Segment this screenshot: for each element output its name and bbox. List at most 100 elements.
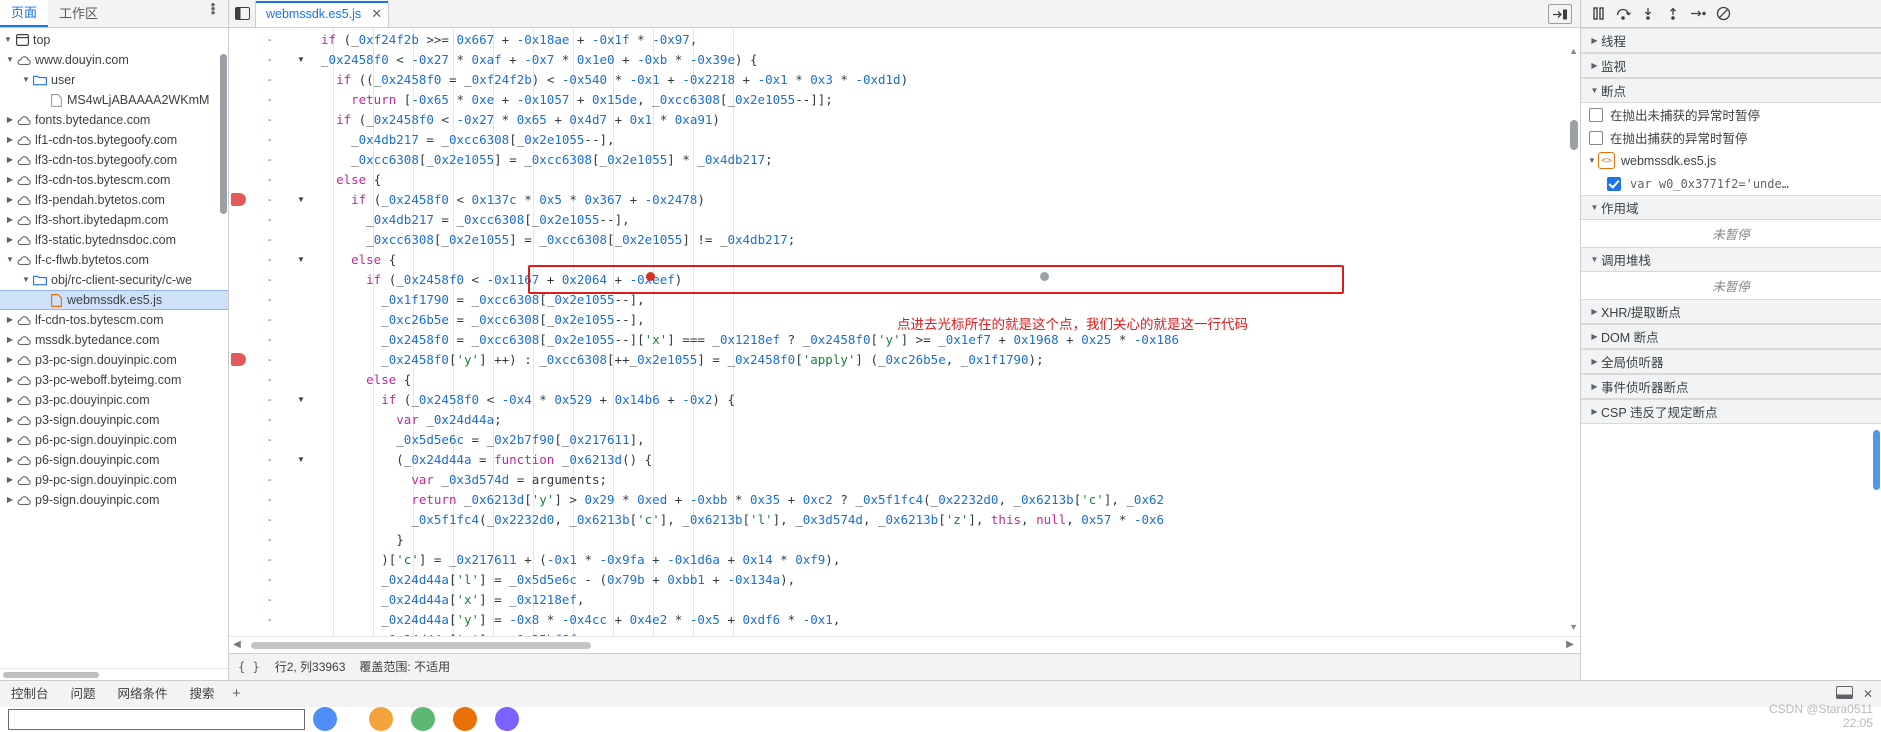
- chevron-down-icon[interactable]: ▼: [20, 270, 32, 290]
- line-number[interactable]: -: [266, 330, 273, 350]
- line-number[interactable]: -: [266, 490, 273, 510]
- debugger-section-7[interactable]: ▶ 全局侦听器: [1581, 349, 1881, 374]
- line-number[interactable]: -: [266, 250, 273, 270]
- editor-horizontal-scrollbar[interactable]: ◀ ▶: [229, 635, 1580, 653]
- open-panel-right-icon[interactable]: [1548, 4, 1572, 24]
- scroll-right-arrow[interactable]: ▶: [1562, 639, 1578, 650]
- file-tree-item[interactable]: ▼ www.douyin.com: [0, 50, 228, 70]
- close-icon[interactable]: ✕: [1863, 687, 1873, 701]
- chevron-right-icon[interactable]: ▶: [4, 190, 16, 210]
- file-tree-item[interactable]: ▶ p3-pc-sign.douyinpic.com: [0, 350, 228, 370]
- chevron-right-icon[interactable]: ▶: [4, 370, 16, 390]
- checkbox[interactable]: [1589, 130, 1603, 145]
- chevron-down-icon[interactable]: ▼: [1588, 79, 1601, 102]
- chevron-right-icon[interactable]: ▶: [4, 210, 16, 230]
- file-tree-item[interactable]: ▼ lf-c-flwb.bytetos.com: [0, 250, 228, 270]
- debugger-section-3[interactable]: ▼ 作用域: [1581, 195, 1881, 220]
- line-number[interactable]: -: [266, 390, 273, 410]
- file-tree-item[interactable]: ▶ p3-pc-weboff.byteimg.com: [0, 370, 228, 390]
- line-number[interactable]: -: [266, 270, 273, 290]
- checkbox[interactable]: [1589, 107, 1603, 122]
- chevron-right-icon[interactable]: ▶: [1588, 29, 1601, 52]
- debugger-section-4[interactable]: ▼ 调用堆栈: [1581, 247, 1881, 272]
- chevron-right-icon[interactable]: ▶: [4, 390, 16, 410]
- chevron-right-icon[interactable]: ▶: [4, 330, 16, 350]
- drawer-tab-search[interactable]: 搜索: [179, 681, 226, 707]
- editor-vertical-scrollbar[interactable]: [1570, 120, 1578, 150]
- show-navigator-icon[interactable]: [229, 1, 255, 27]
- file-tree-item[interactable]: ▶ p9-pc-sign.douyinpic.com: [0, 470, 228, 490]
- chevron-right-icon[interactable]: ▶: [4, 470, 16, 490]
- line-number[interactable]: -: [266, 230, 273, 250]
- debugger-scrollbar[interactable]: [1873, 430, 1880, 490]
- file-tree-item[interactable]: ▶ lf3-cdn-tos.bytegoofy.com: [0, 150, 228, 170]
- debugger-section-6[interactable]: ▶ DOM 断点: [1581, 324, 1881, 349]
- tab-workspace[interactable]: 工作区: [48, 1, 109, 27]
- more-vertical-icon[interactable]: • • •: [204, 0, 222, 23]
- chevron-right-icon[interactable]: ▶: [4, 110, 16, 130]
- plus-icon[interactable]: +: [226, 685, 248, 702]
- file-tree-item[interactable]: ▶ lf3-short.ibytedapm.com: [0, 210, 228, 230]
- debugger-section-0[interactable]: ▶ 线程: [1581, 28, 1881, 53]
- chevron-down-icon[interactable]: ▼: [4, 250, 16, 270]
- line-number[interactable]: -: [266, 450, 273, 470]
- line-number[interactable]: -: [266, 470, 273, 490]
- file-tree-item[interactable]: ▶ p3-pc.douyinpic.com: [0, 390, 228, 410]
- scroll-up-arrow[interactable]: ▲: [1569, 46, 1578, 56]
- chevron-right-icon[interactable]: ▶: [4, 310, 16, 330]
- line-number[interactable]: -: [266, 130, 273, 150]
- file-tree-item[interactable]: ▶ lf3-pendah.bytetos.com: [0, 190, 228, 210]
- line-number-gutter[interactable]: ---------------------------------: [229, 28, 279, 636]
- drawer-tab-console[interactable]: 控制台: [0, 681, 60, 707]
- chevron-right-icon[interactable]: ▶: [1588, 375, 1601, 398]
- console-input[interactable]: [8, 708, 305, 730]
- deactivate-breakpoints-icon[interactable]: [1712, 4, 1734, 24]
- file-tree-item-selected[interactable]: webmssdk.es5.js: [0, 290, 228, 310]
- editor-tab-webmssdk[interactable]: webmssdk.es5.js ✕: [255, 0, 390, 27]
- file-tree[interactable]: ▼ top ▼ www.douyin.com ▼ user MS4wLjABAAAA2WKm…: [0, 28, 228, 668]
- checkbox[interactable]: [1607, 176, 1621, 191]
- line-number[interactable]: -: [266, 610, 273, 630]
- chevron-right-icon[interactable]: ▶: [1588, 350, 1601, 373]
- file-tree-item[interactable]: ▶ p3-sign.douyinpic.com: [0, 410, 228, 430]
- scroll-left-arrow[interactable]: ◀: [229, 639, 245, 650]
- line-number[interactable]: -: [266, 590, 273, 610]
- file-tree-item[interactable]: ▶ lf3-cdn-tos.bytescm.com: [0, 170, 228, 190]
- file-tree-item[interactable]: ▶ fonts.bytedance.com: [0, 110, 228, 130]
- debugger-section-9[interactable]: ▶ CSP 违反了规定断点: [1581, 399, 1881, 424]
- line-number[interactable]: -: [266, 430, 273, 450]
- file-tree-item[interactable]: ▶ lf-cdn-tos.bytescm.com: [0, 310, 228, 330]
- tab-pages[interactable]: 页面: [0, 0, 49, 27]
- chevron-right-icon[interactable]: ▶: [4, 410, 16, 430]
- close-icon[interactable]: ✕: [371, 7, 382, 20]
- line-number[interactable]: -: [266, 570, 273, 590]
- file-tree-item[interactable]: ▼ obj/rc-client-security/c-we: [0, 270, 228, 290]
- chevron-right-icon[interactable]: ▶: [4, 490, 16, 510]
- line-number[interactable]: -: [266, 310, 273, 330]
- breakpoint-file-row[interactable]: ▼ <> webmssdk.es5.js: [1581, 149, 1881, 172]
- navigator-horizontal-scrollbar[interactable]: [0, 667, 228, 680]
- fold-gutter[interactable]: ▼ ▼ ▼ ▼ ▼: [279, 28, 305, 636]
- pause-caught-exceptions-checkbox[interactable]: 在抛出捕获的异常时暂停: [1581, 126, 1881, 149]
- file-tree-item[interactable]: ▶ p6-sign.douyinpic.com: [0, 450, 228, 470]
- chevron-right-icon[interactable]: ▶: [1588, 325, 1601, 348]
- dock-icon[interactable]: [1835, 685, 1853, 702]
- line-number[interactable]: -: [266, 290, 273, 310]
- chevron-down-icon[interactable]: ▼: [1588, 248, 1601, 271]
- line-number[interactable]: -: [266, 110, 273, 130]
- chevron-right-icon[interactable]: ▶: [4, 450, 16, 470]
- file-tree-item[interactable]: ▶ p9-sign.douyinpic.com: [0, 490, 228, 510]
- chevron-right-icon[interactable]: ▶: [4, 130, 16, 150]
- step-into-icon[interactable]: [1637, 4, 1659, 24]
- line-number[interactable]: -: [266, 370, 273, 390]
- file-tree-item[interactable]: ▼ top: [0, 30, 228, 50]
- file-tree-item[interactable]: ▶ lf1-cdn-tos.bytegoofy.com: [0, 130, 228, 150]
- line-number[interactable]: -: [266, 170, 273, 190]
- debugger-section-5[interactable]: ▶ XHR/提取断点: [1581, 299, 1881, 324]
- chevron-down-icon[interactable]: ▼: [4, 50, 16, 70]
- pause-resume-icon[interactable]: [1587, 4, 1609, 24]
- debugger-section-2[interactable]: ▼ 断点: [1581, 78, 1881, 103]
- chevron-down-icon[interactable]: ▼: [1586, 151, 1598, 171]
- chevron-down-icon[interactable]: ▼: [1588, 196, 1601, 219]
- chevron-right-icon[interactable]: ▶: [1588, 54, 1601, 77]
